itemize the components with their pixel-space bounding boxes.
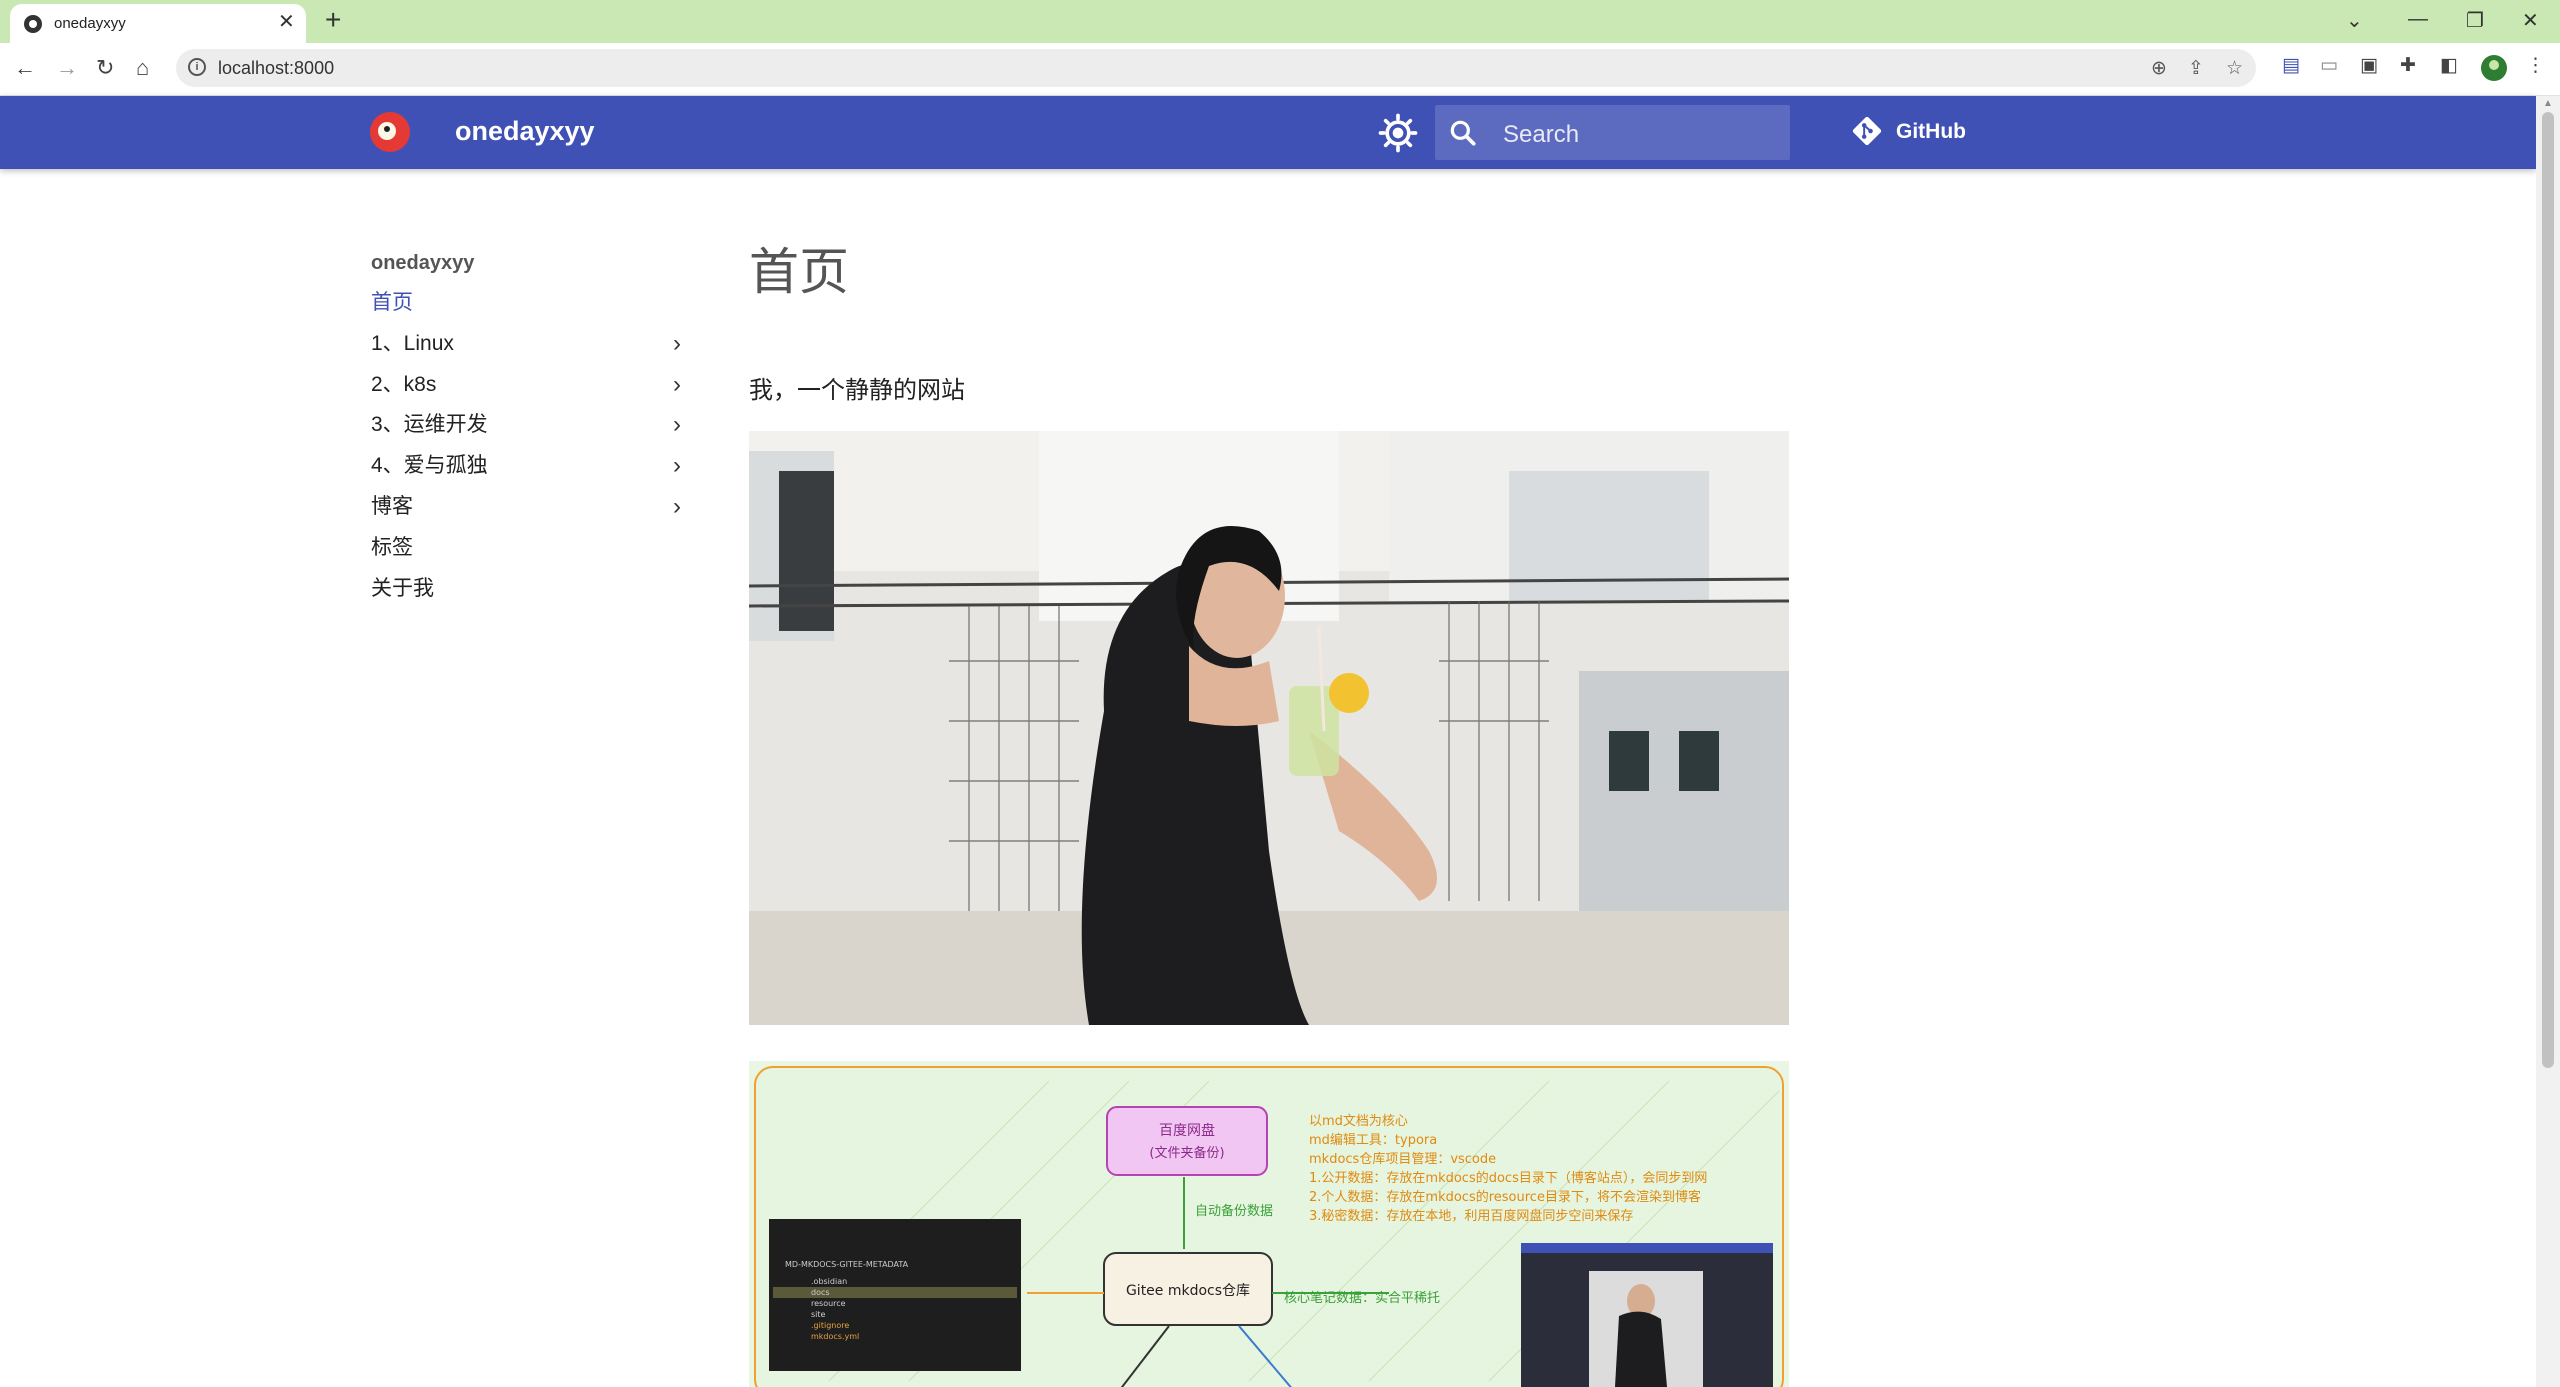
sidebar-item-label: 博客 xyxy=(371,494,413,518)
chevron-right-icon[interactable]: › xyxy=(673,329,681,359)
sidebar-item-label: 1、Linux xyxy=(371,331,454,355)
tab-search-chevron-icon[interactable]: ⌄ xyxy=(2346,8,2363,33)
page-scrollbar[interactable]: ▲ xyxy=(2536,96,2560,1387)
sidebar-item-label: 关于我 xyxy=(371,576,434,600)
site-title[interactable]: onedayxyy xyxy=(455,116,595,147)
minimize-icon[interactable]: — xyxy=(2408,8,2428,31)
search-input[interactable]: Search xyxy=(1435,105,1790,160)
vscode-file-item: .obsidian xyxy=(811,1277,847,1286)
site-info-icon[interactable]: i xyxy=(188,58,206,76)
extension-cast-icon[interactable]: ▭ xyxy=(2320,54,2338,77)
scroll-up-icon[interactable]: ▲ xyxy=(2543,98,2553,109)
sidebar-item-label: 4、爱与孤独 xyxy=(371,454,488,478)
vscode-selected-row xyxy=(773,1287,1017,1298)
sidebar-item-4[interactable]: 4、爱与孤独 › xyxy=(371,451,681,492)
sidebar-item-label: 3、运维开发 xyxy=(371,413,488,437)
tab-title: onedayxyy xyxy=(54,15,126,32)
content-photo xyxy=(749,431,1789,1025)
extension-badge-icon[interactable]: ▣ xyxy=(2360,54,2378,77)
node-gitee: Gitee mkdocs仓库 xyxy=(1126,1283,1250,1299)
sidebar-item-1[interactable]: 1、Linux › xyxy=(371,329,681,370)
sidebar-heading: onedayxyy xyxy=(371,252,475,274)
edge-backup-label: 自动备份数据 xyxy=(1195,1203,1273,1219)
browser-toolbar: ← → ↻ ⌂ i localhost:8000 ⊕ ⇪ ☆ ▤ ▭ ▣ ✚ ◧… xyxy=(0,43,2560,96)
sidebar-item-7[interactable]: 关于我 xyxy=(371,574,681,615)
extensions-puzzle-icon[interactable]: ✚ xyxy=(2400,54,2416,77)
extension-reader-icon[interactable]: ▤ xyxy=(2282,54,2300,77)
vscode-file-item: resource xyxy=(811,1299,846,1308)
vscode-file-item: site xyxy=(811,1310,826,1319)
address-bar[interactable]: i localhost:8000 ⊕ ⇪ ☆ xyxy=(176,49,2256,87)
browser-tabstrip: onedayxyy ✕ + ⌄ — ❐ ✕ xyxy=(0,0,2560,43)
git-icon[interactable] xyxy=(1850,114,1884,148)
site-logo[interactable] xyxy=(370,112,410,152)
sidebar-item-label: 2、k8s xyxy=(371,372,437,396)
chevron-right-icon[interactable]: › xyxy=(673,492,681,522)
chevron-right-icon[interactable]: › xyxy=(673,370,681,400)
sidebar-item-3[interactable]: 3、运维开发 › xyxy=(371,410,681,451)
side-panel-icon[interactable]: ◧ xyxy=(2440,54,2458,77)
browser-menu-icon[interactable]: ⋮ xyxy=(2526,54,2545,77)
new-tab-icon[interactable]: + xyxy=(325,6,341,34)
chevron-right-icon[interactable]: › xyxy=(673,410,681,440)
profile-avatar[interactable] xyxy=(2481,55,2507,81)
github-link[interactable]: GitHub xyxy=(1896,120,1966,144)
main-content: 首页 我，一个静静的网站 xyxy=(749,240,1789,404)
close-window-icon[interactable]: ✕ xyxy=(2522,8,2539,33)
diagram-note-line: 1.公开数据：存放在mkdocs的docs目录下（博客站点），会同步到网 xyxy=(1309,1170,1707,1186)
node-baidu-title: 百度网盘 xyxy=(1159,1122,1215,1139)
scroll-thumb[interactable] xyxy=(2542,112,2554,1068)
browser-tab[interactable]: onedayxyy ✕ xyxy=(10,4,306,43)
back-icon[interactable]: ← xyxy=(14,55,36,81)
diagram-note-line: 以md文档为核心 xyxy=(1309,1114,1408,1129)
share-icon[interactable]: ⇪ xyxy=(2188,57,2204,80)
forward-icon[interactable]: → xyxy=(56,55,78,81)
close-tab-icon[interactable]: ✕ xyxy=(278,12,295,32)
bookmark-star-icon[interactable]: ☆ xyxy=(2226,57,2243,80)
sidebar-item-0[interactable]: 首页 xyxy=(371,288,681,329)
sidebar-item-6[interactable]: 标签 xyxy=(371,533,681,574)
sidebar-item-label: 标签 xyxy=(371,535,413,559)
restore-icon[interactable]: ❐ xyxy=(2466,8,2484,33)
vscode-file-item: docs xyxy=(811,1288,830,1297)
site-header: onedayxyy Search GitHub xyxy=(0,96,2536,169)
site-favicon-icon xyxy=(24,15,42,33)
search-placeholder: Search xyxy=(1503,121,1580,148)
workflow-diagram: 百度网盘 (文件夹备份) 自动备份数据 Gitee mkdocs仓库 核心笔记数… xyxy=(749,1061,1789,1387)
node-baidu-subtitle: (文件夹备份) xyxy=(1149,1145,1224,1161)
edge-sync-label: 核心笔记数据：实合平稀托 xyxy=(1284,1290,1440,1306)
sidebar-nav: onedayxyy 首页 1、Linux › 2、k8s › 3、运维开发 › 4、爱与孤独 ›… xyxy=(371,248,681,614)
diagram-note-line: md编辑工具：typora xyxy=(1309,1133,1437,1148)
vscode-file-item: .gitignore xyxy=(811,1321,849,1330)
search-icon xyxy=(1450,120,1476,146)
chevron-right-icon[interactable]: › xyxy=(673,451,681,481)
intro-text: 我，一个静静的网站 xyxy=(749,377,965,404)
diagram-note-line: 3.秘密数据：存放在本地，利用百度网盘同步空间来保存 xyxy=(1309,1208,1633,1224)
diagram-note-line: 2.个人数据：存放在mkdocs的resource目录下，将不会渲染到博客 xyxy=(1309,1189,1701,1205)
sidebar-item-label: 首页 xyxy=(371,291,413,314)
vscode-file-item: mkdocs.yml xyxy=(811,1332,859,1341)
sidebar-item-2[interactable]: 2、k8s › xyxy=(371,370,681,411)
diagram-note-line: mkdocs仓库项目管理：vscode xyxy=(1309,1151,1496,1167)
home-icon[interactable]: ⌂ xyxy=(136,55,149,81)
zoom-icon[interactable]: ⊕ xyxy=(2151,57,2167,80)
vscode-explorer-header: MD-MKDOCS-GITEE-METADATA xyxy=(785,1260,909,1269)
theme-toggle-icon[interactable] xyxy=(1378,113,1418,153)
reload-icon[interactable]: ↻ xyxy=(96,55,114,81)
sidebar-item-5[interactable]: 博客 › xyxy=(371,492,681,533)
page-title: 首页 xyxy=(749,244,849,300)
address-url: localhost:8000 xyxy=(218,58,335,78)
